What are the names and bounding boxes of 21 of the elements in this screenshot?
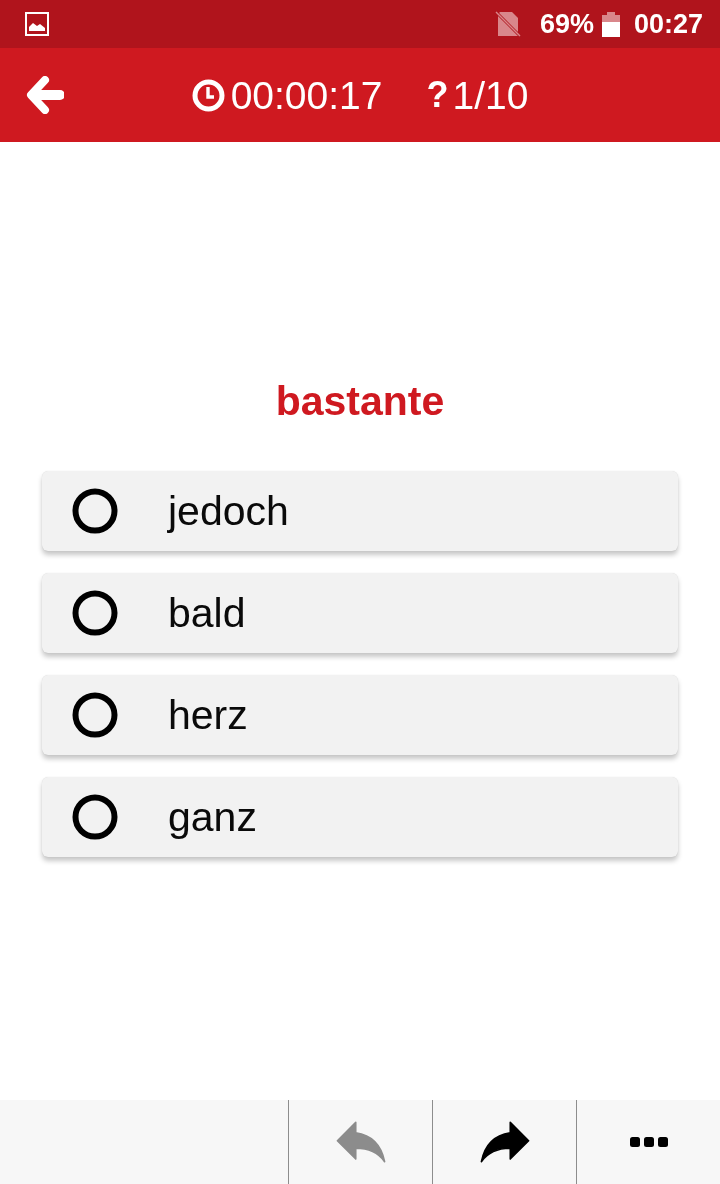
radio-icon [72,692,118,738]
battery-icon [601,11,620,37]
elapsed-timer: 00:00:17 [230,75,383,115]
answer-option[interactable]: ganz [42,777,678,857]
clock-time: 00:27 [633,10,703,38]
question-icon: ? [426,77,449,113]
more-dots-icon [629,1137,668,1147]
no-sim-icon [493,11,522,37]
image-icon [25,12,49,36]
battery-percent: 69% [539,10,594,38]
answer-option[interactable]: jedoch [42,471,678,551]
redo-arrow-icon [479,1121,530,1163]
radio-icon [72,794,118,840]
answer-option[interactable]: bald [42,573,678,653]
answer-option[interactable]: herz [42,675,678,755]
clock-icon [191,78,225,112]
radio-icon [72,590,118,636]
undo-arrow-icon [335,1121,386,1163]
radio-icon [72,488,118,534]
quiz-word: bastante [275,377,445,425]
question-counter: 1/10 [452,75,529,115]
